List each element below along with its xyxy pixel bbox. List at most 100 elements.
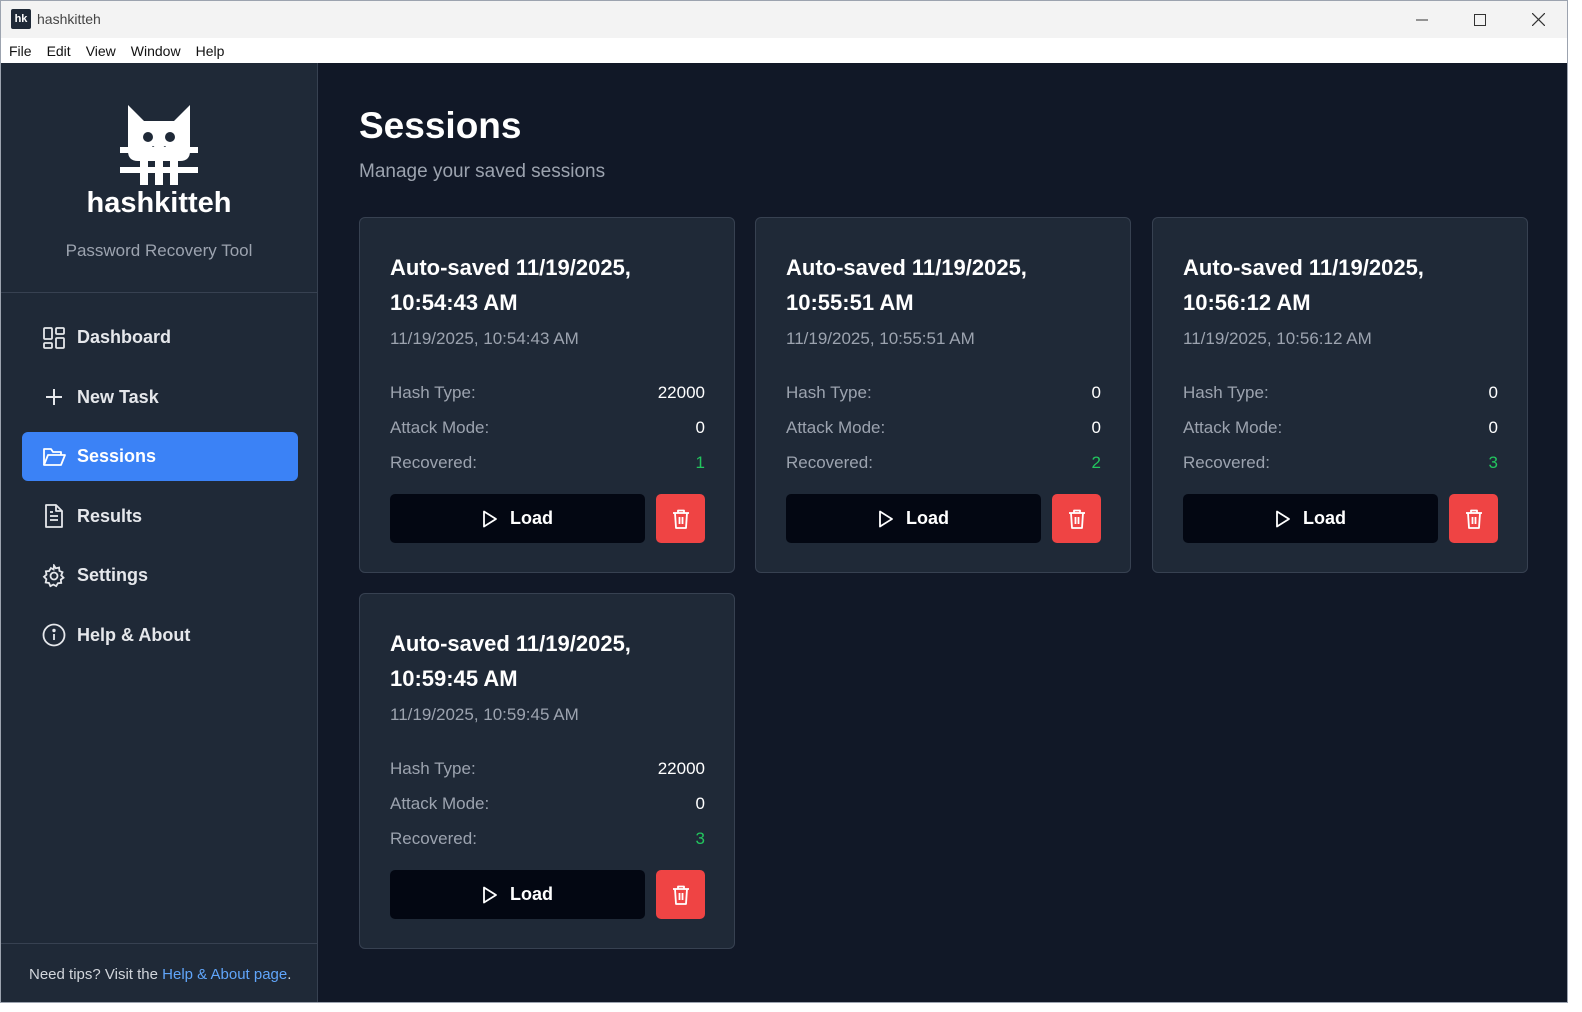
hash-type-row: Hash Type: 22000 bbox=[390, 759, 705, 779]
delete-button[interactable] bbox=[656, 870, 705, 919]
attack-mode-value: 0 bbox=[1488, 418, 1498, 437]
load-label: Load bbox=[510, 508, 553, 528]
info-icon bbox=[42, 623, 66, 647]
sidebar-item-sessions[interactable]: Sessions bbox=[22, 432, 298, 481]
play-icon bbox=[482, 510, 498, 528]
menu-file[interactable]: File bbox=[2, 43, 39, 59]
play-icon bbox=[878, 510, 894, 528]
hash-type-row: Hash Type: 0 bbox=[786, 383, 1101, 403]
app-icon: hk bbox=[11, 9, 31, 29]
attack-mode-row: Attack Mode: 0 bbox=[1183, 418, 1498, 438]
sidebar-item-label: Results bbox=[77, 505, 143, 526]
recovered-row: Recovered: 3 bbox=[390, 829, 705, 849]
footer-suffix: . bbox=[287, 966, 292, 983]
close-button[interactable] bbox=[1509, 1, 1567, 38]
title-bar: hk hashkitteh bbox=[1, 1, 1567, 38]
session-card: Auto-saved 11/19/2025, 10:56:12 AM 11/19… bbox=[1152, 217, 1528, 573]
sidebar-item-results[interactable]: Results bbox=[22, 492, 298, 541]
session-title: Auto-saved 11/19/2025, 10:59:45 AM bbox=[390, 631, 631, 691]
load-label: Load bbox=[510, 884, 553, 904]
recovered-row: Recovered: 2 bbox=[786, 453, 1101, 473]
brand-block: hashkitteh Password Recovery Tool bbox=[1, 63, 317, 293]
close-icon bbox=[1531, 13, 1545, 26]
load-button[interactable]: Load bbox=[786, 494, 1041, 543]
document-icon bbox=[42, 504, 66, 528]
maximize-icon bbox=[1474, 13, 1486, 26]
brand-name: hashkitteh bbox=[86, 187, 232, 219]
recovered-label: Recovered: bbox=[1183, 453, 1270, 472]
main-content: Sessions Manage your saved sessions Auto… bbox=[318, 63, 1567, 1002]
session-title: Auto-saved 11/19/2025, 10:54:43 AM bbox=[390, 255, 631, 315]
footer-prefix: Need tips? Visit the bbox=[29, 966, 163, 983]
window-title: hashkitteh bbox=[37, 11, 101, 27]
hash-type-value: 0 bbox=[1091, 383, 1101, 402]
attack-mode-row: Attack Mode: 0 bbox=[390, 418, 705, 438]
trash-icon bbox=[672, 885, 689, 905]
load-button[interactable]: Load bbox=[390, 870, 645, 919]
minimize-button[interactable] bbox=[1393, 1, 1451, 38]
minimize-icon bbox=[1416, 19, 1428, 20]
recovered-label: Recovered: bbox=[786, 453, 873, 472]
menu-help[interactable]: Help bbox=[189, 43, 232, 59]
hash-type-label: Hash Type: bbox=[1183, 383, 1269, 402]
session-date: 11/19/2025, 10:56:12 AM bbox=[1183, 329, 1372, 348]
delete-button[interactable] bbox=[1449, 494, 1498, 543]
dashboard-icon bbox=[42, 326, 66, 350]
delete-button[interactable] bbox=[656, 494, 705, 543]
footer-tip: Need tips? Visit the Help & About page. bbox=[29, 966, 291, 983]
load-label: Load bbox=[1303, 508, 1346, 528]
session-card: Auto-saved 11/19/2025, 10:55:51 AM 11/19… bbox=[755, 217, 1131, 573]
recovered-label: Recovered: bbox=[390, 453, 477, 472]
session-card: Auto-saved 11/19/2025, 10:54:43 AM 11/19… bbox=[359, 217, 735, 573]
trash-icon bbox=[1465, 509, 1482, 529]
hash-type-value: 22000 bbox=[657, 383, 705, 402]
sidebar: hashkitteh Password Recovery Tool Dashbo… bbox=[1, 63, 318, 1002]
menu-edit[interactable]: Edit bbox=[40, 43, 78, 59]
session-card: Auto-saved 11/19/2025, 10:59:45 AM 11/19… bbox=[359, 593, 735, 949]
sidebar-nav: Dashboard New Task Sessions Results Sett… bbox=[22, 313, 298, 670]
play-icon bbox=[482, 886, 498, 904]
page-title: Sessions bbox=[359, 105, 522, 146]
recovered-value: 3 bbox=[1488, 453, 1498, 472]
attack-mode-value: 0 bbox=[695, 794, 705, 813]
sidebar-item-new-task[interactable]: New Task bbox=[22, 373, 298, 422]
session-title: Auto-saved 11/19/2025, 10:55:51 AM bbox=[786, 255, 1027, 315]
sidebar-item-dashboard[interactable]: Dashboard bbox=[22, 313, 298, 362]
menu-view[interactable]: View bbox=[79, 43, 123, 59]
session-title: Auto-saved 11/19/2025, 10:56:12 AM bbox=[1183, 255, 1424, 315]
recovered-value: 2 bbox=[1091, 453, 1101, 472]
sidebar-item-label: New Task bbox=[77, 386, 159, 407]
attack-mode-value: 0 bbox=[1091, 418, 1101, 437]
hash-type-row: Hash Type: 22000 bbox=[390, 383, 705, 403]
menu-window[interactable]: Window bbox=[124, 43, 188, 59]
sidebar-footer: Need tips? Visit the Help & About page. bbox=[1, 943, 317, 1002]
hash-type-label: Hash Type: bbox=[786, 383, 872, 402]
attack-mode-label: Attack Mode: bbox=[786, 418, 886, 437]
hash-type-label: Hash Type: bbox=[390, 759, 476, 778]
sidebar-item-help-about[interactable]: Help & About bbox=[22, 611, 298, 660]
attack-mode-label: Attack Mode: bbox=[1183, 418, 1283, 437]
hash-type-label: Hash Type: bbox=[390, 383, 476, 402]
load-button[interactable]: Load bbox=[390, 494, 645, 543]
session-date: 11/19/2025, 10:54:43 AM bbox=[390, 329, 579, 348]
load-label: Load bbox=[906, 508, 949, 528]
trash-icon bbox=[1068, 509, 1085, 529]
delete-button[interactable] bbox=[1052, 494, 1101, 543]
menu-bar: File Edit View Window Help bbox=[1, 38, 1567, 63]
sidebar-item-settings[interactable]: Settings bbox=[22, 551, 298, 600]
load-button[interactable]: Load bbox=[1183, 494, 1438, 543]
attack-mode-row: Attack Mode: 0 bbox=[390, 794, 705, 814]
help-about-link[interactable]: Help & About page bbox=[162, 966, 287, 983]
maximize-button[interactable] bbox=[1451, 1, 1509, 38]
session-date: 11/19/2025, 10:55:51 AM bbox=[786, 329, 975, 348]
recovered-row: Recovered: 3 bbox=[1183, 453, 1498, 473]
session-date: 11/19/2025, 10:59:45 AM bbox=[390, 705, 579, 724]
attack-mode-row: Attack Mode: 0 bbox=[786, 418, 1101, 438]
hash-type-value: 22000 bbox=[657, 759, 705, 778]
plus-icon bbox=[42, 385, 66, 409]
attack-mode-label: Attack Mode: bbox=[390, 418, 490, 437]
app-window: hk hashkitteh File Edit View Window Help bbox=[0, 0, 1568, 1003]
recovered-value: 1 bbox=[695, 453, 705, 472]
page-subtitle: Manage your saved sessions bbox=[359, 161, 606, 182]
cat-logo-icon bbox=[120, 105, 198, 185]
